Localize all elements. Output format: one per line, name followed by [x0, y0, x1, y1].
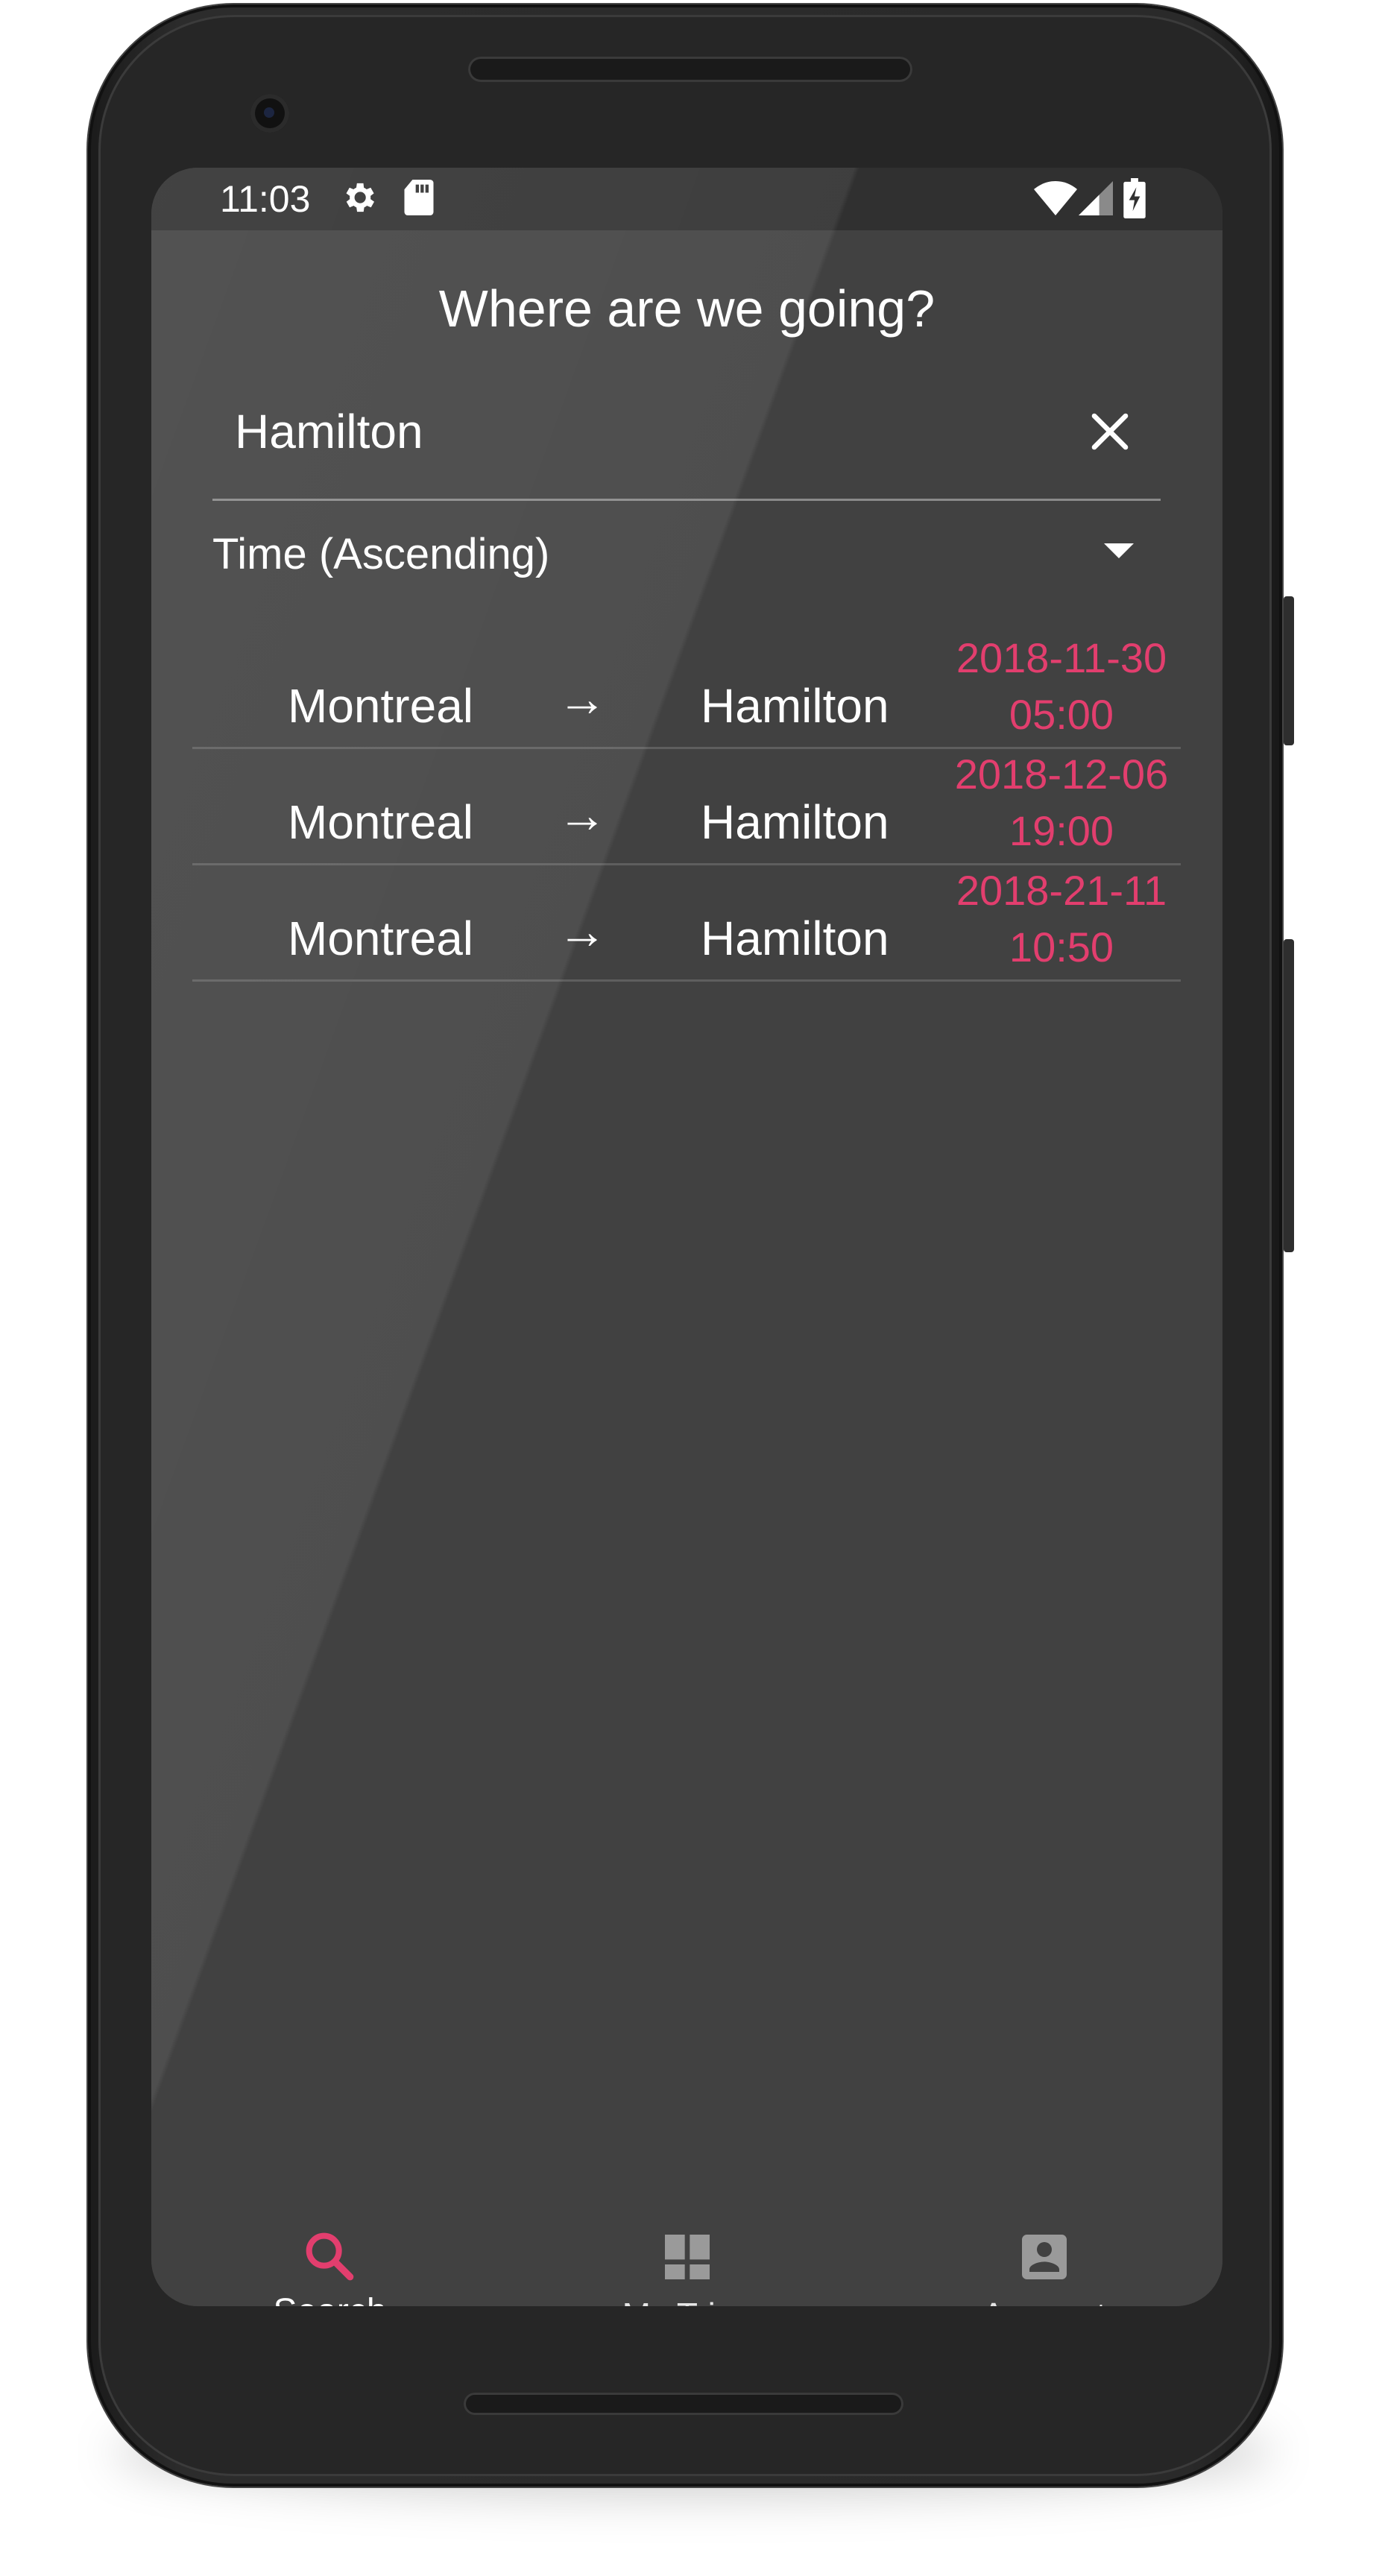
trip-destination: Hamilton — [701, 795, 889, 849]
main-content: Where are we going? Hamilton Time (Ascen… — [151, 230, 1222, 2188]
trip-time: 05:00 — [1009, 691, 1114, 738]
volume-button — [1284, 939, 1294, 1252]
trip-origin: Montreal — [288, 912, 473, 965]
right-arrow-icon: → — [558, 903, 607, 959]
sd-card-icon — [402, 178, 436, 221]
list-item[interactable]: Montreal → Hamilton 2018-21-11 10:50 — [192, 865, 1181, 982]
trip-time: 10:50 — [1009, 924, 1114, 970]
dropdown-arrow-icon — [1104, 543, 1134, 566]
account-box-icon — [1015, 2227, 1074, 2287]
status-time: 11:03 — [220, 178, 311, 220]
front-camera — [250, 94, 289, 133]
nav-item-account[interactable]: Account — [865, 2188, 1222, 2306]
trip-datetime: 2018-11-30 05:00 — [942, 630, 1181, 743]
bottom-speaker — [464, 2393, 903, 2415]
trip-datetime: 2018-12-06 19:00 — [942, 746, 1181, 859]
settings-icon — [339, 178, 378, 221]
power-button — [1284, 596, 1294, 745]
trip-origin: Montreal — [288, 795, 473, 849]
top-speaker — [468, 57, 912, 82]
trip-date: 2018-21-11 — [956, 867, 1167, 914]
signal-icon — [1079, 181, 1113, 219]
search-icon — [300, 2227, 360, 2287]
list-item[interactable]: Montreal → Hamilton 2018-11-30 05:00 — [192, 633, 1181, 749]
right-arrow-icon: → — [558, 671, 607, 726]
sort-selected-value: Time (Ascending) — [212, 530, 550, 578]
results-list: Montreal → Hamilton 2018-11-30 05:00 Mon… — [192, 633, 1181, 982]
app-screen: 11:03 Where are we going? Hamilton Time … — [151, 168, 1222, 2306]
status-bar: 11:03 — [151, 168, 1222, 230]
nav-label-search: Search — [151, 2291, 508, 2306]
right-arrow-icon: → — [558, 787, 607, 842]
nav-label-my-trips: My Trips — [508, 2294, 865, 2306]
nav-item-my-trips[interactable]: My Trips — [508, 2188, 865, 2306]
bottom-navigation: Search My Trips Account — [151, 2188, 1222, 2306]
search-input[interactable]: Hamilton — [235, 402, 423, 461]
close-icon[interactable] — [1083, 405, 1137, 458]
dashboard-icon — [657, 2227, 717, 2287]
sort-dropdown[interactable]: Time (Ascending) — [212, 521, 1161, 588]
trip-destination: Hamilton — [701, 912, 889, 965]
nav-label-account: Account — [865, 2294, 1222, 2306]
trip-origin: Montreal — [288, 679, 473, 733]
wifi-icon — [1034, 181, 1077, 219]
page-title: Where are we going? — [438, 280, 936, 338]
list-item[interactable]: Montreal → Hamilton 2018-12-06 19:00 — [192, 749, 1181, 865]
trip-destination: Hamilton — [701, 679, 889, 733]
trip-date: 2018-11-30 — [956, 634, 1167, 681]
search-field[interactable]: Hamilton — [212, 372, 1161, 501]
trip-datetime: 2018-21-11 10:50 — [942, 862, 1181, 976]
nav-item-search[interactable]: Search — [151, 2188, 508, 2306]
trip-time: 19:00 — [1009, 807, 1114, 854]
battery-charging-icon — [1123, 178, 1146, 222]
trip-date: 2018-12-06 — [954, 751, 1169, 798]
